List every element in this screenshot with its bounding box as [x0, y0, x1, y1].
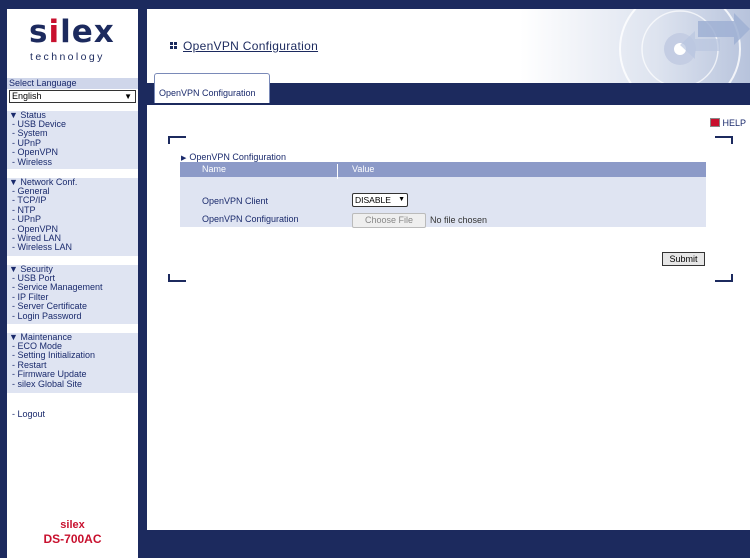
main-frame: OpenVPN Configuration OpenVPN Configurat… — [147, 9, 750, 530]
tab-openvpn-configuration[interactable]: OpenVPN Configuration — [154, 73, 270, 103]
triangle-right-icon: ▶ — [181, 155, 187, 162]
chevron-down-icon: ▼ — [398, 196, 405, 203]
page-title: OpenVPN Configuration — [183, 39, 319, 53]
submit-button[interactable]: Submit — [662, 252, 705, 266]
menu-item-global-site[interactable]: - silex Global Site — [7, 379, 138, 389]
column-header-value: Value — [352, 164, 375, 174]
chevron-down-icon: ▼ — [124, 92, 132, 101]
menu-security: ▼ Security - USB Port - Service Manageme… — [7, 265, 138, 324]
silex-logo[interactable]: silex technology — [7, 9, 138, 73]
menu-item-login-password[interactable]: - Login Password — [7, 311, 138, 321]
openvpn-client-select[interactable]: DISABLE ▼ — [352, 193, 408, 207]
column-divider: Value — [337, 164, 374, 179]
help-link[interactable]: HELP — [710, 118, 746, 128]
model-name: DS-700AC — [43, 532, 102, 546]
language-label: Select Language — [7, 78, 138, 89]
file-status-text: No file chosen — [430, 215, 488, 225]
frame-top-edge — [168, 136, 733, 138]
grid-bullet-icon — [170, 42, 178, 50]
column-header-name: Name — [202, 164, 227, 174]
frame-bottom-edge — [168, 280, 733, 282]
header-decoration — [520, 9, 750, 83]
menu-item-wireless[interactable]: - Wireless — [7, 157, 138, 167]
menu-network: ▼ Network Conf. - General - TCP/IP - NTP… — [7, 178, 138, 256]
row-label-openvpn-configuration: OpenVPN Configuration — [202, 214, 299, 224]
model-label: silex DS-700AC — [7, 519, 138, 546]
menu-item-wireless-lan[interactable]: - Wireless LAN — [7, 243, 138, 253]
tab-underline — [147, 103, 750, 105]
menu-maintenance: ▼ Maintenance - ECO Mode - Setting Initi… — [7, 333, 138, 393]
sidebar: silex technology Select Language English… — [7, 9, 138, 558]
table-header: Name Value — [180, 162, 706, 179]
language-select[interactable]: English ▼ — [9, 90, 136, 103]
menu-item-logout[interactable]: - Logout — [12, 409, 45, 419]
model-brand: silex — [60, 519, 85, 531]
page-header: OpenVPN Configuration — [147, 9, 750, 83]
logo-wordmark: silex — [29, 14, 115, 50]
menu-status: ▼ Status - USB Device - System - UPnP - … — [7, 111, 138, 169]
help-book-icon — [710, 118, 721, 127]
row-label-openvpn-client: OpenVPN Client — [202, 196, 269, 206]
logo-subtitle: technology — [30, 51, 105, 63]
section-title: ▶ OpenVPN Configuration — [181, 152, 286, 162]
config-table: Name Value OpenVPN Client DISABLE ▼ Open… — [180, 162, 706, 228]
choose-file-button[interactable]: Choose File — [352, 213, 426, 228]
bottom-band — [147, 530, 750, 558]
